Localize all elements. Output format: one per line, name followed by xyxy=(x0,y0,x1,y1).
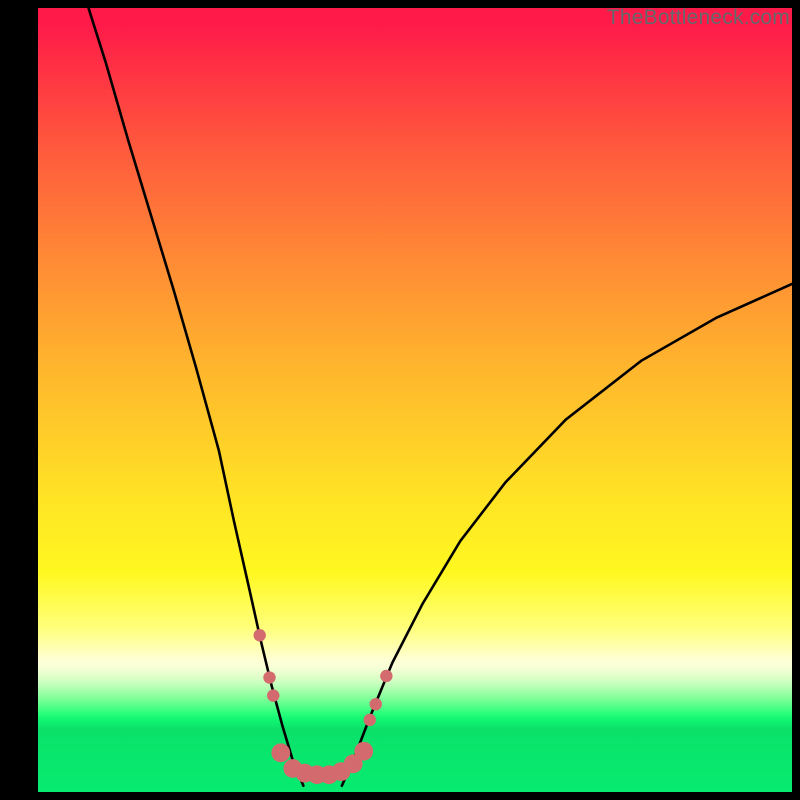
chart-overlay xyxy=(38,8,792,792)
data-marker xyxy=(364,714,376,726)
curve-left-branch xyxy=(89,8,304,786)
data-marker xyxy=(354,742,373,761)
data-marker xyxy=(267,689,279,701)
marker-group xyxy=(253,629,392,784)
chart-frame: TheBottleneck.com xyxy=(0,0,800,800)
data-marker xyxy=(263,671,275,683)
curve-group xyxy=(89,8,792,786)
curve-right-branch xyxy=(342,284,792,786)
watermark-text: TheBottleneck.com xyxy=(607,6,790,30)
data-marker xyxy=(253,629,265,641)
data-marker xyxy=(271,743,290,762)
data-marker xyxy=(380,670,392,682)
data-marker xyxy=(370,698,382,710)
